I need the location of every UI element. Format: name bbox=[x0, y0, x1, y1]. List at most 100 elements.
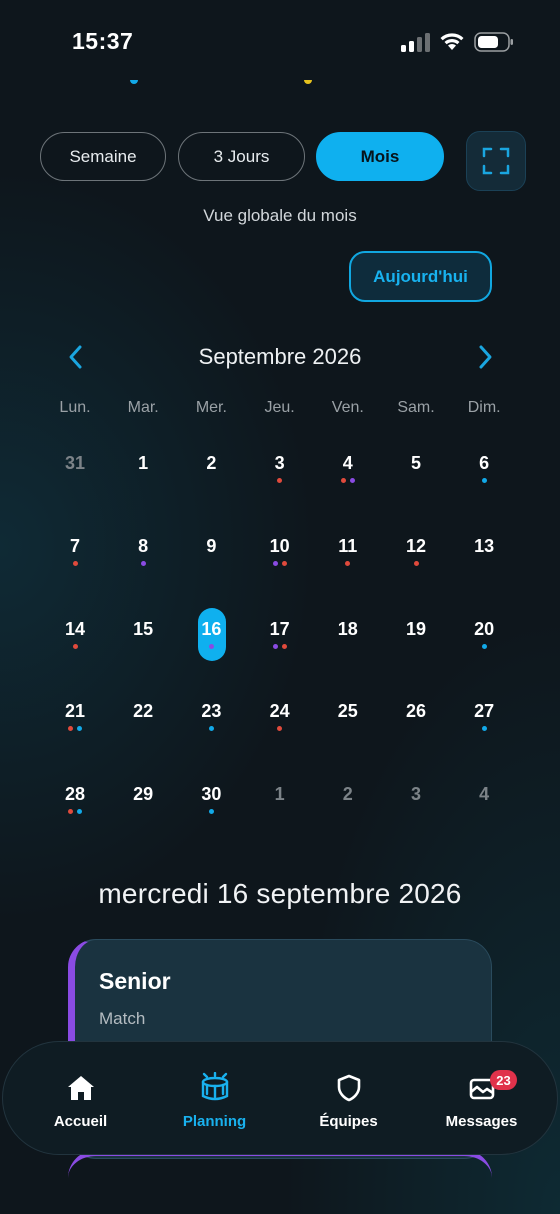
view-3days-button[interactable]: 3 Jours bbox=[178, 132, 305, 181]
calendar-day[interactable]: 2 bbox=[314, 783, 382, 839]
day-number: 26 bbox=[405, 701, 427, 722]
day-number: 12 bbox=[405, 535, 427, 556]
calendar-day[interactable]: 26 bbox=[382, 700, 450, 756]
calendar-day[interactable]: 12 bbox=[382, 535, 450, 591]
battery-icon bbox=[474, 32, 513, 52]
day-number: 20 bbox=[474, 618, 495, 639]
event-dots bbox=[177, 643, 245, 649]
tab-equipes[interactable]: Équipes bbox=[279, 1042, 418, 1156]
view-month-button[interactable]: Mois bbox=[316, 132, 444, 181]
view-week-button[interactable]: Semaine bbox=[40, 132, 166, 181]
calendar-day[interactable]: 15 bbox=[109, 618, 177, 674]
calendar-day[interactable]: 19 bbox=[382, 618, 450, 674]
weekday-label: Mer. bbox=[195, 399, 227, 416]
calendar-day[interactable]: 11 bbox=[314, 535, 382, 591]
calendar-day[interactable]: 30 bbox=[177, 783, 245, 839]
calendar-day[interactable]: 20 bbox=[450, 618, 518, 674]
calendar-day[interactable]: 31 bbox=[41, 452, 109, 508]
day-number: 3 bbox=[274, 453, 285, 473]
calendar-day[interactable]: 3 bbox=[382, 783, 450, 839]
event-dot-red bbox=[277, 726, 283, 732]
day-number: 1 bbox=[274, 784, 285, 805]
calendar-day[interactable]: 27 bbox=[450, 700, 518, 756]
event-dot-red bbox=[277, 478, 283, 483]
event-type: Match bbox=[99, 1009, 146, 1028]
calendar-day[interactable]: 23 bbox=[177, 700, 245, 756]
day-number: 28 bbox=[64, 784, 86, 805]
event-dot-blue bbox=[481, 478, 487, 483]
calendar-day[interactable]: 9 bbox=[177, 535, 245, 591]
event-dots bbox=[41, 560, 109, 566]
event-dot-purple bbox=[272, 643, 278, 649]
planning-icon bbox=[201, 1072, 228, 1101]
calendar-day[interactable]: 6 bbox=[450, 452, 518, 508]
calendar-day[interactable]: 4 bbox=[314, 452, 382, 508]
calendar-day[interactable]: 18 bbox=[314, 618, 382, 674]
tab-label: Accueil bbox=[53, 1113, 108, 1130]
tab-accueil[interactable]: Accueil bbox=[11, 1042, 150, 1156]
event-dots bbox=[41, 643, 109, 649]
today-button[interactable]: Aujourd'hui bbox=[349, 251, 492, 302]
day-number: 5 bbox=[410, 453, 421, 473]
day-number: 25 bbox=[337, 701, 358, 722]
event-dots bbox=[109, 560, 177, 566]
day-number: 13 bbox=[474, 535, 495, 556]
calendar-day[interactable]: 4 bbox=[450, 783, 518, 839]
calendar-day[interactable]: 7 bbox=[41, 535, 109, 591]
tab-label: Planning bbox=[182, 1113, 247, 1130]
tab-label: Messages bbox=[445, 1113, 518, 1130]
day-number: 27 bbox=[474, 701, 495, 722]
event-dot-blue bbox=[481, 643, 487, 649]
event-dot-blue bbox=[208, 809, 214, 815]
day-number: 7 bbox=[69, 535, 80, 556]
calendar-day[interactable]: 8 bbox=[109, 535, 177, 591]
day-number: 3 bbox=[410, 784, 421, 805]
calendar-day[interactable]: 14 bbox=[41, 618, 109, 674]
next-month-icon[interactable] bbox=[473, 344, 497, 370]
calendar-day[interactable]: 22 bbox=[109, 700, 177, 756]
day-number: 30 bbox=[201, 784, 222, 805]
event-dots bbox=[177, 809, 245, 815]
event-dot-blue bbox=[481, 726, 487, 732]
event-dot-blue bbox=[208, 726, 214, 732]
day-number: 4 bbox=[342, 453, 353, 473]
calendar-day[interactable]: 28 bbox=[41, 783, 109, 839]
event-dots bbox=[382, 560, 450, 566]
calendar-day[interactable]: 16 bbox=[177, 618, 245, 674]
event-dots bbox=[314, 560, 382, 566]
tab-planning[interactable]: Planning bbox=[145, 1042, 284, 1156]
calendar-day[interactable]: 21 bbox=[41, 700, 109, 756]
day-number: 19 bbox=[405, 618, 427, 639]
calendar-day[interactable]: 1 bbox=[246, 783, 314, 839]
event-dots bbox=[41, 726, 109, 732]
day-number: 10 bbox=[269, 535, 290, 556]
event-title: Senior bbox=[99, 968, 171, 994]
day-number: 16 bbox=[201, 618, 222, 639]
calendar-day[interactable]: 10 bbox=[246, 535, 314, 591]
weekday-label: Sam. bbox=[397, 399, 435, 416]
calendar-day[interactable]: 25 bbox=[314, 700, 382, 756]
calendar-day[interactable]: 1 bbox=[109, 452, 177, 508]
calendar-day[interactable]: 13 bbox=[450, 535, 518, 591]
tab-messages[interactable]: 23 Messages bbox=[412, 1042, 551, 1156]
status-time: 15:37 bbox=[72, 28, 134, 54]
scrolled-event-dot bbox=[130, 80, 138, 84]
event-dot-red bbox=[72, 643, 78, 649]
event-dot-red bbox=[281, 643, 287, 649]
fullscreen-button[interactable] bbox=[466, 131, 526, 191]
scrolled-event-dot bbox=[304, 80, 312, 84]
weekday-label: Lun. bbox=[59, 399, 91, 416]
month-navigation: Septembre 2026 bbox=[0, 338, 560, 376]
event-dot-red bbox=[68, 726, 73, 732]
event-dot-red bbox=[345, 560, 351, 566]
calendar-day[interactable]: 3 bbox=[246, 452, 314, 508]
event-dot-blue bbox=[77, 809, 82, 815]
calendar-day[interactable]: 5 bbox=[382, 452, 450, 508]
calendar-day[interactable]: 17 bbox=[246, 618, 314, 674]
day-number: 8 bbox=[138, 535, 149, 556]
calendar-day[interactable]: 24 bbox=[246, 700, 314, 756]
day-number: 22 bbox=[133, 701, 154, 722]
calendar-day[interactable]: 29 bbox=[109, 783, 177, 839]
calendar-day[interactable]: 2 bbox=[177, 452, 245, 508]
messages-badge: 23 bbox=[490, 1070, 517, 1090]
